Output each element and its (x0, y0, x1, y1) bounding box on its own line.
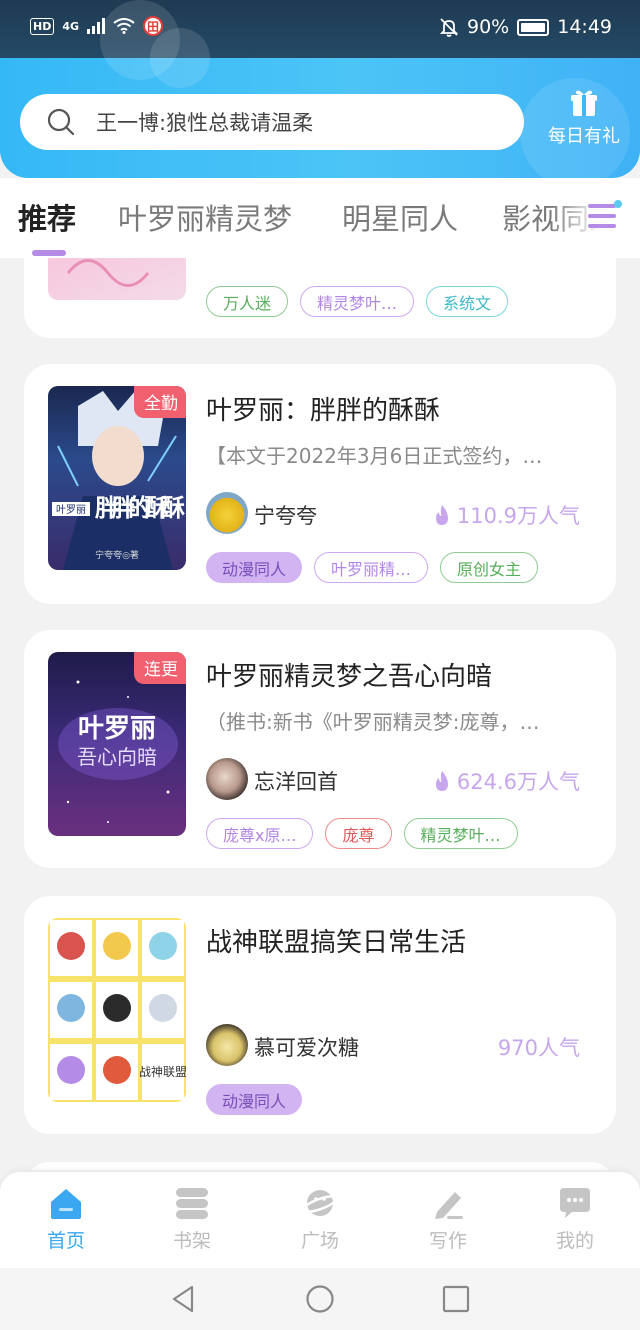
decor-bubble (150, 28, 210, 88)
status-right: 90% 14:49 (439, 16, 612, 38)
home-icon (51, 1189, 81, 1219)
hd-icon: HD (30, 17, 55, 35)
popularity-value: 970人气 (497, 1036, 580, 1060)
chat-bubble-icon (560, 1188, 590, 1218)
cover-author: 宁夸夸◎著 (95, 549, 139, 561)
category-tabs: 推荐 叶罗丽精灵梦 明星同人 影视同人 (0, 178, 640, 258)
recent-apps-icon[interactable] (441, 1284, 471, 1314)
nav-mine[interactable]: 我的 (535, 1186, 615, 1253)
book-cover: 叶罗丽 吾心向暗 连更 (48, 652, 186, 836)
status-badge: 连更 (134, 652, 186, 684)
book-description: （推书:新书《叶罗丽精灵梦:庞尊，… (206, 710, 540, 734)
book-title: 战神联盟搞笑日常生活 (206, 928, 467, 958)
category-menu-icon[interactable] (584, 198, 624, 234)
tag[interactable]: 精灵梦叶… (403, 818, 518, 849)
nav-bookshelf[interactable]: 书架 (152, 1186, 232, 1253)
author-avatar (206, 1024, 248, 1066)
cover-text: 战神联盟 (139, 1065, 186, 1079)
pen-icon (435, 1192, 463, 1219)
cover-subtitle: 吾心向暗 (77, 745, 157, 769)
gift-icon (571, 90, 597, 116)
header: 王一博:狼性总裁请温柔 每日有礼 (0, 0, 640, 188)
active-tab-indicator (32, 250, 66, 256)
bookshelf-icon (176, 1188, 208, 1219)
tag[interactable]: 万人迷 (206, 286, 289, 317)
book-card[interactable]: 叶罗丽 吾心向暗 连更 叶罗丽精灵梦之吾心向暗 （推书:新书《叶罗丽精灵梦:庞尊… (24, 630, 616, 868)
nav-plaza[interactable]: 广场 (280, 1186, 360, 1253)
search-icon (47, 108, 75, 136)
tab-celebrity[interactable]: 明星同人 (342, 196, 458, 238)
fire-icon (435, 771, 448, 791)
tag[interactable]: 庞尊x原… (206, 818, 314, 849)
fire-icon (435, 505, 448, 525)
author-avatar (206, 758, 248, 800)
status-badge: 全勤 (134, 386, 186, 418)
cover-art (66, 259, 150, 287)
tag-list: 万人迷 精灵梦叶… 系统文 (206, 286, 509, 317)
search-bar[interactable]: 王一博:狼性总裁请温柔 (20, 94, 524, 150)
popularity-value: 624.6万人气 (456, 770, 580, 794)
popularity: 624.6万人气 (433, 766, 580, 796)
tab-recommend[interactable]: 推荐 (18, 196, 76, 238)
planet-icon (301, 1190, 339, 1216)
tag[interactable]: 叶罗丽精… (314, 552, 429, 583)
popularity: 970人气 (498, 1032, 580, 1062)
nav-label: 写作 (428, 1230, 467, 1252)
book-cover (48, 258, 186, 300)
book-card[interactable]: 战神联盟 战神联盟搞笑日常生活 慕可爱次糖 970人气 动漫同人 (24, 896, 616, 1134)
nav-label: 首页 (46, 1230, 85, 1252)
daily-gift-button[interactable]: 每日有礼 (540, 88, 628, 148)
tag[interactable]: 原创女主 (440, 552, 539, 583)
tag[interactable]: 动漫同人 (206, 1084, 303, 1115)
book-card[interactable]: 叶罗丽 胖胖的酥酥 宁夸夸◎著 全勤 叶罗丽：胖胖的酥酥 【本文于2022年3月… (24, 364, 616, 604)
book-title: 叶罗丽：胖胖的酥酥 (206, 396, 441, 426)
bottom-navigation: 首页 书架 广场 写作 我的 (0, 1172, 640, 1268)
nav-label: 书架 (172, 1230, 211, 1252)
nav-label: 广场 (300, 1230, 339, 1252)
status-bar: HD 4G 田 90% 14:49 (0, 0, 640, 58)
system-navigation-bar (0, 1268, 640, 1330)
tag[interactable]: 庞尊 (325, 818, 392, 849)
network-type: 4G (62, 19, 80, 33)
tab-yeloli[interactable]: 叶罗丽精灵梦 (118, 196, 292, 238)
book-title: 叶罗丽精灵梦之吾心向暗 (206, 662, 493, 692)
tag[interactable]: 精灵梦叶… (300, 286, 415, 317)
book-description: 【本文于2022年3月6日正式签约，… (206, 444, 543, 468)
cover-art: 战神联盟 (50, 920, 186, 1100)
battery-icon (517, 18, 550, 36)
tag[interactable]: 系统文 (426, 286, 509, 317)
tag-list: 庞尊x原… 庞尊 精灵梦叶… (206, 818, 518, 849)
clock: 14:49 (557, 16, 612, 38)
popularity-value: 110.9万人气 (456, 504, 580, 528)
book-cover: 战神联盟 (48, 918, 186, 1102)
battery-percent: 90% (467, 16, 510, 38)
author-name: 慕可爱次糖 (254, 1036, 359, 1060)
mute-bell-icon (439, 18, 459, 37)
book-feed: 万人迷 精灵梦叶… 系统文 叶罗丽 胖胖的酥酥 宁夸夸◎著 全勤 叶罗丽：胖胖的… (0, 258, 640, 1170)
search-placeholder: 王一博:狼性总裁请温柔 (96, 111, 314, 135)
nav-write[interactable]: 写作 (408, 1186, 488, 1253)
nav-label: 我的 (555, 1230, 594, 1252)
daily-gift-label: 每日有礼 (548, 126, 620, 147)
author-name: 忘洋回首 (254, 770, 338, 794)
tag[interactable]: 动漫同人 (206, 552, 303, 583)
tag-list: 动漫同人 (206, 1084, 303, 1115)
home-circle-icon[interactable] (305, 1284, 335, 1314)
author-avatar (206, 492, 248, 534)
nav-home[interactable]: 首页 (26, 1186, 106, 1253)
book-card[interactable] (24, 1162, 616, 1170)
back-icon[interactable] (168, 1284, 198, 1314)
tag-list: 动漫同人 叶罗丽精… 原创女主 (206, 552, 539, 583)
popularity: 110.9万人气 (433, 500, 580, 530)
cover-title: 胖胖的酥酥 (95, 494, 185, 522)
cover-title: 叶罗丽 (78, 714, 156, 744)
book-card[interactable]: 万人迷 精灵梦叶… 系统文 (24, 258, 616, 338)
book-cover: 叶罗丽 胖胖的酥酥 宁夸夸◎著 全勤 (48, 386, 186, 570)
author-name: 宁夸夸 (254, 504, 317, 528)
cover-subtitle: 叶罗丽 (56, 504, 86, 516)
